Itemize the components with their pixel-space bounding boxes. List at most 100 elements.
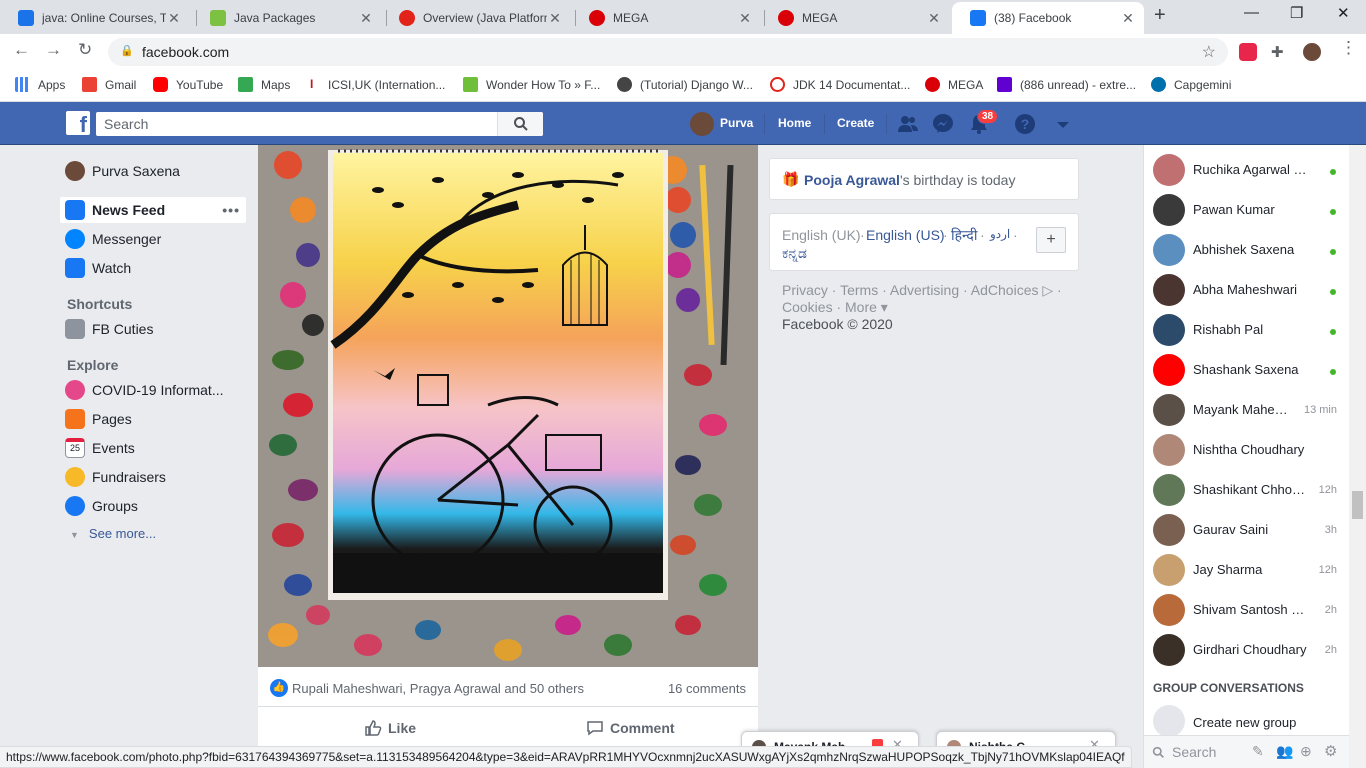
scrollbar-thumb[interactable] xyxy=(1352,491,1363,519)
browser-menu-icon[interactable]: ⋮ xyxy=(1340,38,1357,58)
bookmark-capgemini[interactable]: Capgemini xyxy=(1151,77,1231,92)
chat-contact[interactable]: Shashikant Chhonkar 12h xyxy=(1144,470,1350,510)
close-tab-icon[interactable]: ✕ xyxy=(737,10,753,27)
birthday-card[interactable]: 🎁 Pooja Agrawal's birthday is today xyxy=(769,158,1079,200)
puzzle-extensions-icon[interactable]: ✚ xyxy=(1271,43,1289,61)
search-button[interactable] xyxy=(497,112,543,136)
chat-contact[interactable]: Abha Maheshwari xyxy=(1144,270,1350,310)
see-more-link[interactable]: ▼ See more... xyxy=(70,526,156,541)
bookmark-django[interactable]: (Tutorial) Django W... xyxy=(617,77,753,92)
last-active-time: 12h xyxy=(1318,484,1337,496)
help-icon[interactable]: ? xyxy=(1014,113,1036,135)
add-language-button[interactable]: + xyxy=(1036,227,1066,253)
chat-contact[interactable]: Girdhari Choudhary 2h xyxy=(1144,630,1350,670)
language-english-uk[interactable]: English (UK) xyxy=(782,227,861,243)
browser-tab[interactable]: MEGA ✕ xyxy=(571,2,761,34)
search-input[interactable] xyxy=(96,112,543,136)
sidebar-item-fb-cuties[interactable]: FB Cuties xyxy=(60,316,246,342)
chat-contact[interactable]: Ruchika Agarwal Garg xyxy=(1144,150,1350,190)
chat-contact[interactable]: Pawan Kumar xyxy=(1144,190,1350,230)
sidebar-item-groups[interactable]: Groups xyxy=(60,493,246,519)
address-url[interactable]: facebook.com xyxy=(142,44,229,60)
address-bar[interactable]: 🔒 facebook.com ☆ xyxy=(108,38,1228,66)
back-arrow-icon[interactable]: ← xyxy=(13,40,30,60)
bookmark-jdk[interactable]: JDK 14 Documentat... xyxy=(770,77,910,92)
bookmark-icsi[interactable]: I ICSI,UK (Internation... xyxy=(310,77,445,92)
sidebar-item-label: Watch xyxy=(92,260,132,276)
sidebar-item-events[interactable]: 25 Events xyxy=(60,435,246,461)
chat-contact[interactable]: Jay Sharma 12h xyxy=(1144,550,1350,590)
reload-icon[interactable]: ↻ xyxy=(78,40,92,60)
account-menu-chevron-icon[interactable] xyxy=(1052,113,1074,135)
forward-arrow-icon[interactable]: → xyxy=(45,40,62,60)
chat-contact[interactable]: Rishabh Pal xyxy=(1144,310,1350,350)
close-tab-icon[interactable]: ✕ xyxy=(358,10,374,27)
close-tab-icon[interactable]: ✕ xyxy=(1120,10,1136,27)
language-english-us[interactable]: English (US) xyxy=(866,227,945,243)
profile-avatar[interactable] xyxy=(690,112,714,136)
create-link[interactable]: Create xyxy=(837,116,874,130)
profile-avatar[interactable] xyxy=(1303,43,1321,61)
sidebar-item-pages[interactable]: Pages xyxy=(60,406,246,432)
browser-tab[interactable]: MEGA ✕ xyxy=(760,2,950,34)
browser-tab-active[interactable]: (38) Facebook ✕ xyxy=(952,2,1144,34)
sidebar-item-profile[interactable]: Purva Saxena xyxy=(60,158,246,184)
bookmark-yahoo-mail[interactable]: (886 unread) - extre... xyxy=(997,77,1136,92)
bookmark-star-icon[interactable]: ☆ xyxy=(1202,42,1216,62)
bookmark-apps[interactable]: Apps xyxy=(15,77,65,92)
friend-requests-icon[interactable] xyxy=(897,113,919,135)
gmail-icon xyxy=(82,77,97,92)
chat-contact[interactable]: Gaurav Saini 3h xyxy=(1144,510,1350,550)
bookmark-youtube[interactable]: YouTube xyxy=(153,77,223,92)
language-urdu[interactable]: اردو xyxy=(990,227,1010,241)
language-hindi[interactable]: हिन्दी xyxy=(951,226,977,245)
close-tab-icon[interactable]: ✕ xyxy=(926,10,942,27)
browser-tab[interactable]: Overview (Java Platform ✕ xyxy=(381,2,571,34)
facebook-logo-icon[interactable]: f xyxy=(66,111,90,135)
profile-link[interactable]: Purva xyxy=(720,116,753,130)
chat-contact[interactable]: Shashank Saxena xyxy=(1144,350,1350,390)
minimize-window-button[interactable]: — xyxy=(1244,4,1259,21)
like-button[interactable]: Like xyxy=(364,719,416,737)
chat-contact[interactable]: Nishtha Choudhary xyxy=(1144,430,1350,470)
birthday-person-link[interactable]: Pooja Agrawal xyxy=(804,172,900,188)
comments-count-link[interactable]: 16 comments xyxy=(668,681,746,696)
more-options-icon[interactable]: ••• xyxy=(222,202,240,218)
sidebar-item-watch[interactable]: Watch xyxy=(60,255,246,281)
close-tab-icon[interactable]: ✕ xyxy=(166,10,182,27)
close-window-button[interactable]: ✕ xyxy=(1337,4,1350,22)
maximize-window-button[interactable]: ❐ xyxy=(1290,4,1303,22)
sidebar-item-messenger[interactable]: Messenger xyxy=(60,226,246,252)
avatar xyxy=(1153,434,1185,466)
language-kannada[interactable]: ಕನ್ನಡ xyxy=(782,245,807,262)
chat-search-bar[interactable]: Search ✎ 👥 ⊕ ⚙ xyxy=(1144,735,1350,768)
post-photo[interactable] xyxy=(258,145,758,667)
extension-icon[interactable] xyxy=(1239,43,1257,61)
new-tab-button[interactable]: + xyxy=(1154,4,1166,27)
new-group-icon[interactable]: ⊕ xyxy=(1300,743,1312,760)
chat-contact[interactable]: Shivam Santosh Sax...2h xyxy=(1144,590,1350,630)
browser-tab[interactable]: Java Packages ✕ xyxy=(192,2,382,34)
bookmark-wonder-how-to[interactable]: Wonder How To » F... xyxy=(463,77,600,92)
add-friends-icon[interactable]: 👥 xyxy=(1276,743,1293,760)
home-link[interactable]: Home xyxy=(778,116,811,130)
chat-settings-gear-icon[interactable]: ⚙ xyxy=(1324,742,1337,760)
chat-contact[interactable]: Mayank Mahesh... 13 min xyxy=(1144,390,1350,430)
messenger-icon[interactable] xyxy=(932,113,954,135)
close-tab-icon[interactable]: ✕ xyxy=(547,10,563,27)
bookmark-gmail[interactable]: Gmail xyxy=(82,77,136,92)
create-group-button[interactable]: Create new group xyxy=(1144,703,1350,737)
browser-tab[interactable]: java: Online Courses, Tr ✕ xyxy=(0,2,190,34)
reaction-names-link[interactable]: Rupali Maheshwari, Pragya Agrawal and 50… xyxy=(292,681,584,696)
sidebar-item-covid[interactable]: COVID-19 Informat... xyxy=(60,377,246,403)
bookmark-maps[interactable]: Maps xyxy=(238,77,290,92)
footer-links[interactable]: Privacy · Terms · Advertising · AdChoice… xyxy=(782,282,1062,299)
sidebar-item-news-feed[interactable]: News Feed ••• xyxy=(60,197,246,223)
bookmark-mega[interactable]: MEGA xyxy=(925,77,983,92)
sidebar-item-fundraisers[interactable]: Fundraisers xyxy=(60,464,246,490)
new-message-icon[interactable]: ✎ xyxy=(1252,743,1264,760)
page-scrollbar[interactable] xyxy=(1349,145,1366,768)
comment-button[interactable]: Comment xyxy=(586,719,675,737)
footer-links-more[interactable]: Cookies · More ▾ xyxy=(782,299,888,316)
chat-contact[interactable]: Abhishek Saxena xyxy=(1144,230,1350,270)
